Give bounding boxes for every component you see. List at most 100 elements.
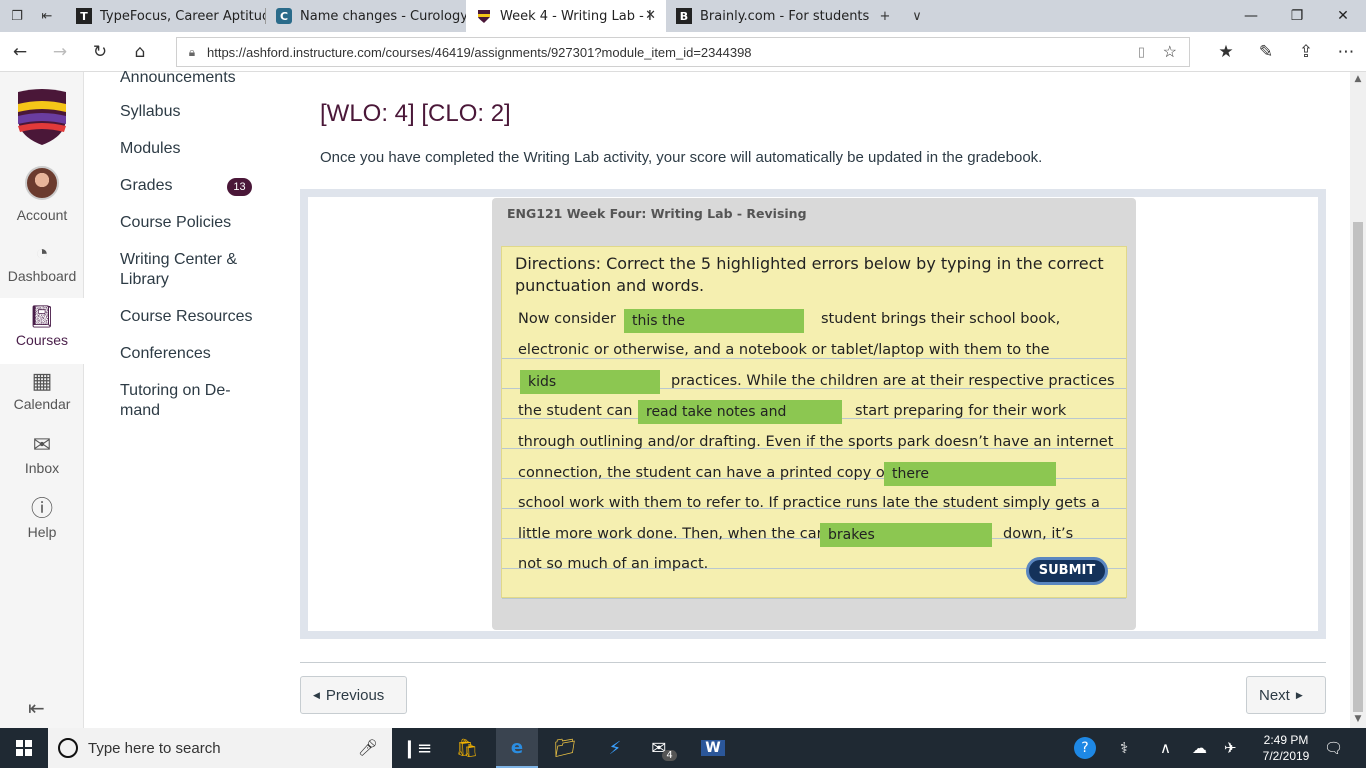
passage-text: down, it’s bbox=[1003, 526, 1074, 542]
taskbar-search-box[interactable]: Type here to search 🎤︎ bbox=[48, 728, 392, 768]
close-tab-icon[interactable]: ✕ bbox=[645, 8, 656, 23]
error-blank-2-input[interactable] bbox=[520, 370, 660, 394]
edge-browser-icon[interactable]: e bbox=[496, 728, 538, 768]
cortana-circle-icon bbox=[58, 738, 78, 758]
tab-title: Week 4 - Writing Lab - I bbox=[500, 8, 652, 24]
course-nav-modules[interactable]: Modules bbox=[120, 139, 180, 159]
web-note-pen-icon[interactable]: ✎ bbox=[1248, 32, 1284, 72]
favorite-star-icon[interactable]: ☆ bbox=[1163, 42, 1177, 62]
submit-button[interactable]: SUBMIT bbox=[1026, 557, 1108, 585]
clock-date: 7/2/2019 bbox=[1262, 749, 1310, 763]
curology-favicon-icon: C bbox=[276, 8, 292, 24]
tab-actions-icon[interactable]: ❐ bbox=[2, 0, 32, 32]
tab-typefocus[interactable]: T TypeFocus, Career Aptitude bbox=[66, 0, 266, 32]
ashford-logo-icon[interactable] bbox=[16, 88, 68, 146]
global-nav-help[interactable]: ⓘ Help bbox=[0, 492, 84, 556]
error-blank-1-input[interactable] bbox=[624, 309, 804, 333]
microsoft-store-icon[interactable]: 🛍︎ bbox=[448, 728, 486, 768]
error-blank-4-input[interactable] bbox=[884, 462, 1056, 486]
new-tab-icon[interactable]: + bbox=[870, 0, 900, 32]
word-icon[interactable]: W bbox=[694, 728, 732, 768]
grades-count-badge: 13 bbox=[227, 178, 252, 196]
show-hidden-icons-chevron-icon[interactable]: ∧ bbox=[1160, 728, 1171, 768]
ashford-shield-favicon-icon bbox=[476, 8, 492, 24]
app-lightning-icon[interactable]: ⚡︎ bbox=[596, 728, 634, 768]
home-icon[interactable]: ⌂ bbox=[122, 32, 158, 72]
course-nav-tutoring[interactable]: Tutoring on De-mand bbox=[120, 381, 240, 421]
share-icon[interactable]: ⇪ bbox=[1288, 32, 1324, 72]
action-center-icon[interactable]: 🗨︎ bbox=[1324, 728, 1343, 768]
refresh-icon[interactable]: ↻ bbox=[82, 32, 118, 72]
tab-writing-lab[interactable]: Week 4 - Writing Lab - I ✕ bbox=[466, 0, 666, 32]
browser-tab-bar: ❐ ⇤ T TypeFocus, Career Aptitude C Name … bbox=[0, 0, 1366, 32]
people-icon[interactable]: ⚕︎ bbox=[1120, 728, 1128, 768]
course-nav-grades[interactable]: Grades bbox=[120, 176, 172, 196]
microphone-icon[interactable]: 🎤︎ bbox=[358, 738, 378, 758]
dashboard-gauge-icon: ◔ bbox=[35, 240, 49, 265]
previous-button[interactable]: ◀ Previous bbox=[300, 676, 407, 714]
tab-preview-chevron-icon[interactable]: ∨ bbox=[902, 0, 932, 32]
next-button[interactable]: Next ▶ bbox=[1246, 676, 1326, 714]
inbox-tray-icon: ✉ bbox=[32, 432, 52, 457]
tab-title: Brainly.com - For students. I bbox=[700, 8, 870, 24]
lock-icon: 🔒︎ bbox=[188, 44, 196, 59]
page-scrollbar[interactable]: ▲ ▼ bbox=[1350, 72, 1366, 728]
restore-icon[interactable]: ❐ bbox=[1274, 0, 1320, 32]
scroll-down-icon[interactable]: ▼ bbox=[1350, 714, 1366, 728]
global-nav-inbox[interactable]: ✉ Inbox bbox=[0, 428, 84, 492]
gradebook-note: Once you have completed the Writing Lab … bbox=[320, 149, 1043, 166]
passage-text: practices. While the children are at the… bbox=[671, 373, 1115, 389]
reading-view-icon[interactable]: ▯ bbox=[1138, 44, 1145, 60]
tab-brainly[interactable]: B Brainly.com - For students. I bbox=[666, 0, 870, 32]
task-view-icon[interactable]: ❙≡ bbox=[398, 728, 436, 768]
file-explorer-icon[interactable]: 📁︎ bbox=[546, 728, 584, 768]
divider bbox=[300, 662, 1326, 663]
address-bar[interactable]: 🔒︎ https://ashford.instructure.com/cours… bbox=[176, 37, 1190, 67]
nav-label: Courses bbox=[15, 332, 69, 348]
calendar-icon: ▦ bbox=[31, 368, 53, 393]
caret-left-icon: ◀ bbox=[313, 689, 320, 700]
minimize-icon[interactable]: — bbox=[1228, 0, 1274, 32]
course-nav-syllabus[interactable]: Syllabus bbox=[120, 102, 180, 122]
windows-start-icon[interactable] bbox=[0, 728, 48, 768]
back-arrow-icon[interactable]: ← bbox=[2, 32, 38, 72]
global-nav-account[interactable]: Account bbox=[0, 158, 84, 228]
help-tray-icon[interactable]: ? bbox=[1074, 728, 1098, 768]
global-nav-dashboard[interactable]: ◔ Dashboard bbox=[0, 234, 84, 298]
caret-right-icon: ▶ bbox=[1295, 689, 1303, 700]
course-nav-course-policies[interactable]: Course Policies bbox=[120, 213, 231, 233]
nav-label: Help bbox=[27, 524, 57, 540]
forward-arrow-icon[interactable]: → bbox=[42, 32, 78, 72]
windows-taskbar: Type here to search 🎤︎ ❙≡ 🛍︎ e 📁︎ ⚡︎ ✉ 4 … bbox=[0, 728, 1366, 768]
url-text: https://ashford.instructure.com/courses/… bbox=[207, 44, 752, 60]
close-window-icon[interactable]: ✕ bbox=[1320, 0, 1366, 32]
course-nav-course-resources[interactable]: Course Resources bbox=[120, 307, 253, 327]
error-blank-3-input[interactable] bbox=[638, 400, 842, 424]
passage-text: student brings their school book, bbox=[821, 311, 1061, 327]
nav-label: Dashboard bbox=[7, 268, 77, 284]
tab-curology[interactable]: C Name changes - Curology S bbox=[266, 0, 466, 32]
taskbar-clock[interactable]: 2:49 PM 7/2/2019 bbox=[1256, 732, 1316, 764]
scrollbar-thumb[interactable] bbox=[1353, 222, 1363, 712]
lab-directions: Directions: Correct the 5 highlighted er… bbox=[515, 254, 1104, 295]
favorites-hub-icon[interactable]: ★ bbox=[1208, 32, 1244, 72]
mail-icon[interactable]: ✉ 4 bbox=[644, 728, 684, 768]
set-tabs-aside-icon[interactable]: ⇤ bbox=[32, 0, 62, 32]
course-nav-announcements[interactable]: Announcements bbox=[120, 68, 236, 88]
course-navigation: Announcements Syllabus Modules Grades 13… bbox=[84, 69, 284, 728]
help-question-icon: ⓘ bbox=[30, 496, 53, 521]
brainly-favicon-icon: B bbox=[676, 8, 692, 24]
global-nav-courses[interactable]: 📓︎ Courses bbox=[0, 298, 84, 364]
airplane-mode-icon[interactable]: ✈︎ bbox=[1224, 728, 1237, 768]
global-nav-calendar[interactable]: ▦ Calendar bbox=[0, 364, 84, 428]
course-nav-writing-center[interactable]: Writing Center & Library bbox=[120, 250, 260, 290]
more-menu-icon[interactable]: ⋯ bbox=[1328, 32, 1364, 72]
course-nav-conferences[interactable]: Conferences bbox=[120, 344, 211, 364]
onedrive-cloud-icon[interactable]: ☁︎ bbox=[1192, 728, 1207, 768]
scroll-up-icon[interactable]: ▲ bbox=[1350, 74, 1366, 88]
passage-text: little more work done. Then, when the ca… bbox=[518, 526, 823, 542]
passage-text: school work with them to refer to. If pr… bbox=[518, 495, 1100, 511]
collapse-nav-icon[interactable]: ⇤ bbox=[28, 696, 45, 720]
error-blank-5-input[interactable] bbox=[820, 523, 992, 547]
mail-count-badge: 4 bbox=[662, 749, 677, 761]
